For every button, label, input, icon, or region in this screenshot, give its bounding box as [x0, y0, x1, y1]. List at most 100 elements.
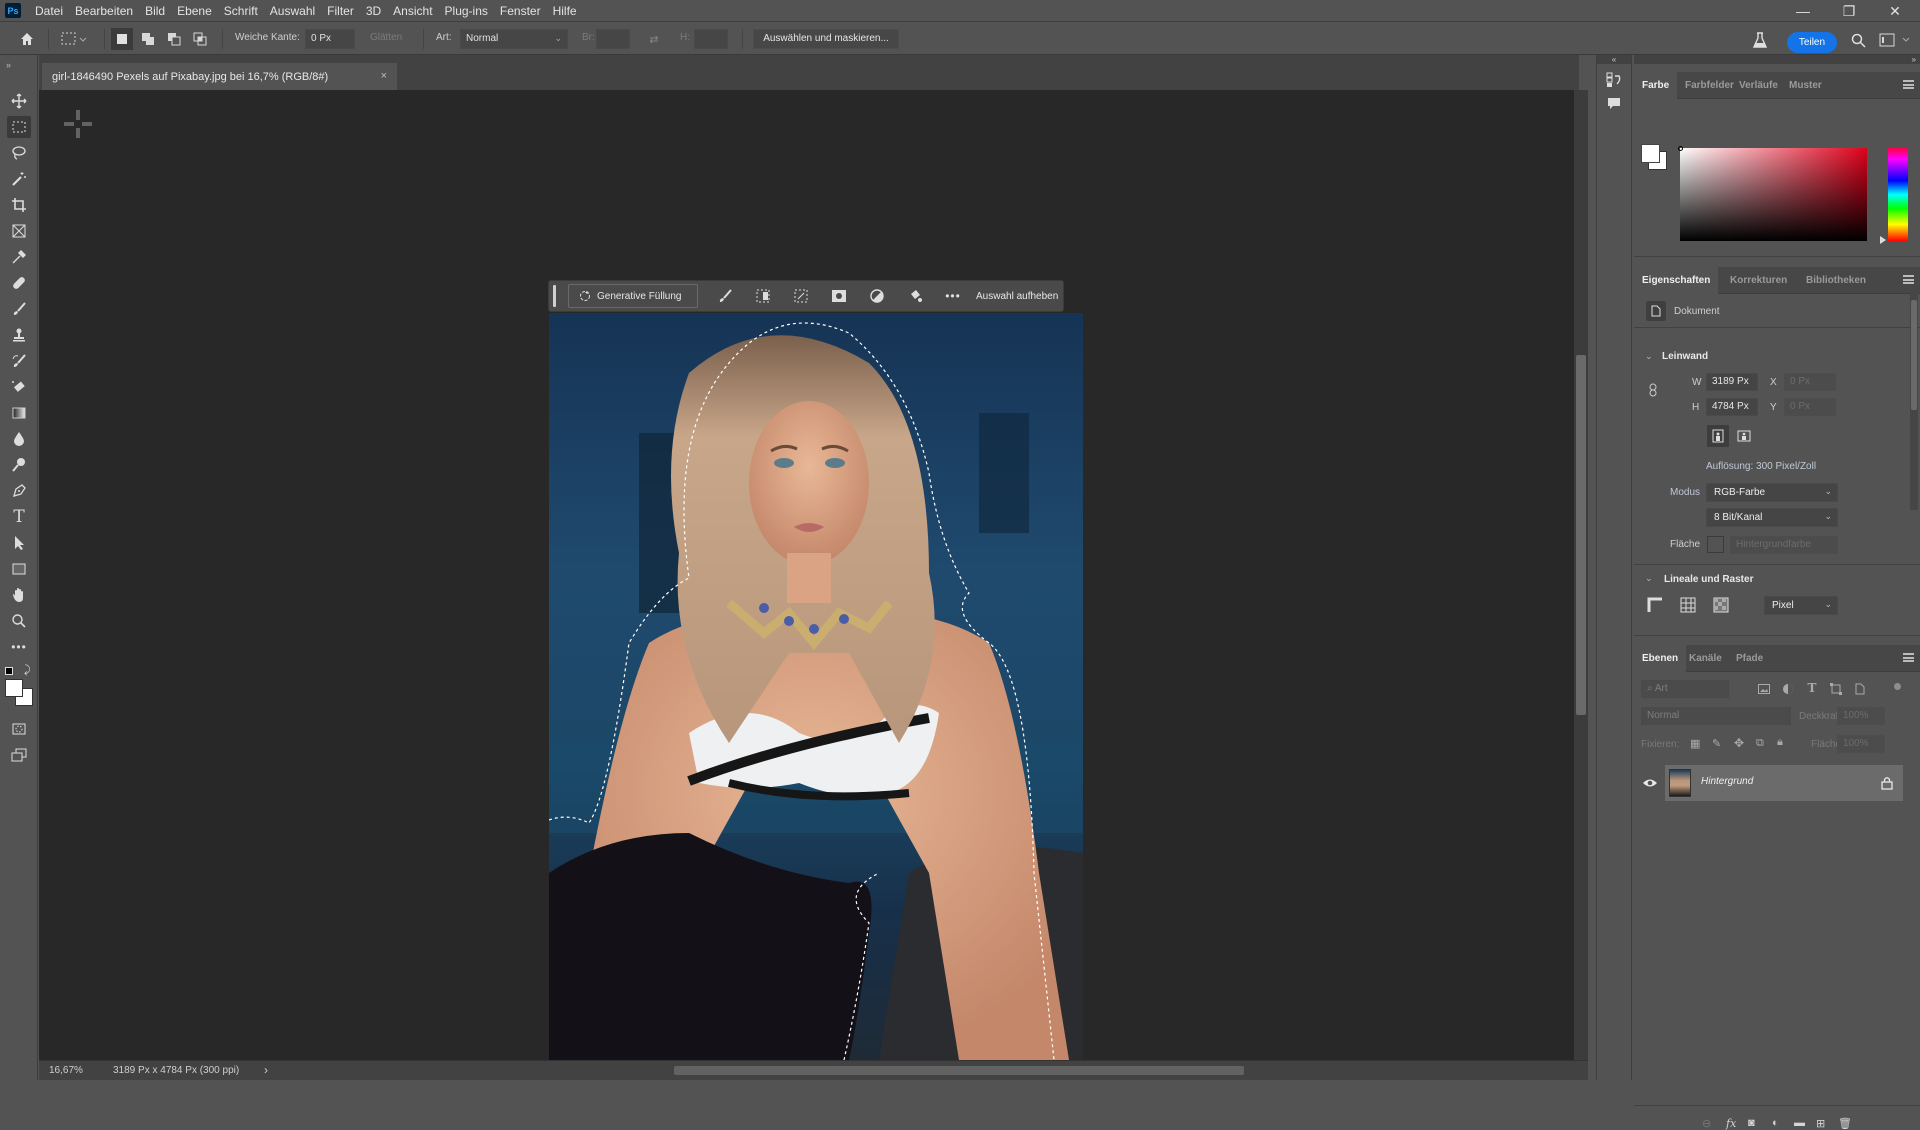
modify-selection-brush-button[interactable]: [706, 284, 744, 308]
comments-panel-button[interactable]: [1605, 95, 1623, 113]
layer-row-hintergrund[interactable]: Hintergrund: [1665, 765, 1903, 801]
color-mode-select[interactable]: RGB-Farbe ⌄: [1706, 483, 1838, 502]
filter-adjustment-layers[interactable]: [1781, 682, 1795, 696]
menu-3d[interactable]: 3D: [360, 0, 387, 22]
tab-pfade[interactable]: Pfade: [1728, 645, 1771, 672]
x-input[interactable]: 0 Px: [1784, 373, 1836, 391]
move-tool[interactable]: [7, 90, 31, 112]
type-tool[interactable]: T: [7, 506, 31, 528]
eyedropper-tool[interactable]: [7, 246, 31, 268]
expand-toolbar-icon[interactable]: »: [6, 60, 11, 70]
ruler-units-select[interactable]: Pixel ⌄: [1764, 596, 1838, 615]
tab-korrekturen[interactable]: Korrekturen: [1722, 267, 1795, 294]
bit-depth-select[interactable]: 8 Bit/Kanal ⌄: [1706, 508, 1838, 527]
landscape-orientation-button[interactable]: [1733, 425, 1755, 447]
gradient-tool[interactable]: [7, 402, 31, 424]
beta-features-button[interactable]: [1750, 30, 1770, 50]
height-input[interactable]: [694, 29, 728, 49]
tab-ebenen[interactable]: Ebenen: [1634, 645, 1687, 672]
restore-button[interactable]: ❐: [1826, 0, 1872, 22]
expand-panels-icon[interactable]: »: [1634, 55, 1920, 64]
style-select[interactable]: Normal ⌄: [460, 29, 568, 49]
grid-toggle[interactable]: [1679, 596, 1697, 614]
path-selection-tool[interactable]: [7, 532, 31, 554]
pen-tool[interactable]: [7, 480, 31, 502]
menu-datei[interactable]: Datei: [29, 0, 69, 22]
magic-wand-tool[interactable]: [7, 168, 31, 190]
feather-input[interactable]: 0 Px: [305, 29, 355, 49]
layers-panel-menu-icon[interactable]: [1903, 653, 1914, 662]
filter-smart-objects[interactable]: [1853, 682, 1867, 696]
document-image[interactable]: [549, 313, 1083, 1060]
lasso-tool[interactable]: [7, 142, 31, 164]
quick-mask-button[interactable]: [7, 718, 31, 740]
rulers-section-title[interactable]: Lineale und Raster: [1664, 574, 1753, 585]
select-subject-button[interactable]: [744, 284, 782, 308]
intersect-selection-button[interactable]: [189, 28, 211, 50]
home-button[interactable]: [16, 29, 38, 49]
properties-panel-menu-icon[interactable]: [1903, 275, 1914, 284]
tab-eigenschaften[interactable]: Eigenschaften: [1634, 267, 1719, 294]
crop-tool[interactable]: [7, 194, 31, 216]
canvas-height-input[interactable]: 4784 Px: [1706, 398, 1758, 416]
workspace-switcher[interactable]: [1876, 30, 1916, 50]
search-button[interactable]: [1848, 30, 1868, 50]
blend-mode-select[interactable]: Normal: [1641, 707, 1791, 725]
close-window-button[interactable]: ✕: [1872, 0, 1918, 22]
canvas-section-title[interactable]: Leinwand: [1662, 351, 1708, 362]
properties-scrollbar[interactable]: [1910, 290, 1918, 510]
new-selection-button[interactable]: [111, 28, 133, 50]
rulers-section-chevron-icon[interactable]: ⌄: [1645, 573, 1653, 584]
horizontal-scrollbar-thumb[interactable]: [674, 1066, 1244, 1075]
y-input[interactable]: 0 Px: [1784, 398, 1836, 416]
lock-transparency-icon[interactable]: ▦: [1690, 737, 1700, 750]
default-colors-icon[interactable]: [5, 667, 13, 675]
vertical-scrollbar[interactable]: [1574, 90, 1588, 1060]
layer-visibility-toggle[interactable]: [1642, 775, 1658, 791]
color-panel-menu-icon[interactable]: [1903, 80, 1914, 89]
subtract-selection-button[interactable]: [163, 28, 185, 50]
filter-shape-layers[interactable]: [1829, 682, 1843, 696]
more-options-button[interactable]: •••: [934, 284, 972, 308]
create-mask-button[interactable]: [820, 284, 858, 308]
transform-selection-button[interactable]: [782, 284, 820, 308]
layer-lock-icon[interactable]: [1881, 776, 1893, 790]
rectangle-tool[interactable]: [7, 558, 31, 580]
hue-slider-handle[interactable]: [1880, 236, 1886, 244]
lock-position-icon[interactable]: ✥: [1734, 736, 1744, 750]
menu-plugins[interactable]: Plug-ins: [439, 0, 494, 22]
layer-fill-input[interactable]: 100%: [1837, 735, 1885, 753]
lock-pixels-icon[interactable]: ✎: [1712, 737, 1721, 750]
rectangle-marquee-tool[interactable]: [7, 116, 31, 138]
hand-tool[interactable]: [7, 584, 31, 606]
document-tab[interactable]: girl-1846490 Pexels auf Pixabay.jpg bei …: [42, 63, 397, 90]
menu-auswahl[interactable]: Auswahl: [264, 0, 321, 22]
lock-artboard-icon[interactable]: ⧉: [1756, 737, 1764, 750]
select-and-mask-button[interactable]: Auswählen und maskieren...: [753, 29, 899, 49]
zoom-tool[interactable]: [7, 610, 31, 632]
color-picker-handle[interactable]: [1678, 146, 1683, 151]
menu-schrift[interactable]: Schrift: [218, 0, 264, 22]
healing-brush-tool[interactable]: [7, 272, 31, 294]
swap-colors-icon[interactable]: ⤸: [24, 664, 31, 677]
lock-all-icon[interactable]: 🔒︎: [1777, 736, 1783, 749]
layer-style-fx-icon[interactable]: fx: [1726, 1117, 1736, 1130]
antialias-checkbox[interactable]: Glätten: [370, 32, 402, 43]
fill-select[interactable]: Hintergrundfarbe: [1730, 536, 1838, 554]
portrait-orientation-button[interactable]: [1707, 425, 1729, 447]
tab-bibliotheken[interactable]: Bibliotheken: [1798, 267, 1874, 294]
canvas-width-input[interactable]: 3189 Px: [1706, 373, 1758, 391]
width-input[interactable]: [596, 29, 630, 49]
menu-filter[interactable]: Filter: [321, 0, 360, 22]
rulers-toggle[interactable]: [1646, 596, 1664, 614]
menu-fenster[interactable]: Fenster: [494, 0, 547, 22]
link-dimensions-button[interactable]: [1646, 381, 1660, 399]
brush-tool[interactable]: [7, 298, 31, 320]
foreground-color-chip[interactable]: [1641, 144, 1660, 163]
history-brush-tool[interactable]: [7, 350, 31, 372]
menu-bearbeiten[interactable]: Bearbeiten: [69, 0, 139, 22]
menu-hilfe[interactable]: Hilfe: [547, 0, 583, 22]
delete-layer-icon[interactable]: 🗑︎: [1838, 1117, 1852, 1130]
invert-selection-button[interactable]: [858, 284, 896, 308]
deselect-button[interactable]: Auswahl aufheben: [976, 291, 1058, 302]
